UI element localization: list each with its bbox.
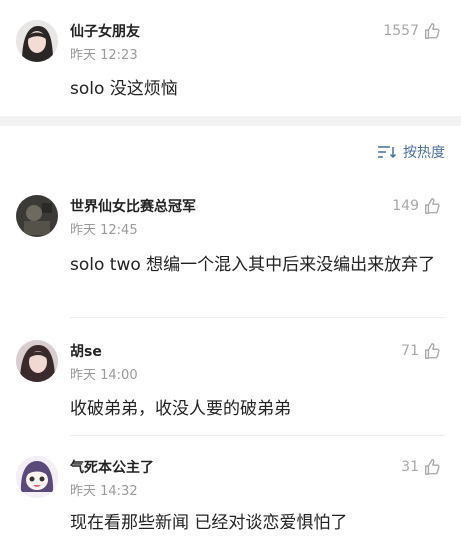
like-count: 149 (392, 198, 419, 214)
like-count: 31 (401, 459, 419, 475)
sort-button[interactable]: 按热度 (377, 142, 445, 162)
timestamp: 昨天 14:32 (70, 484, 138, 499)
like-button[interactable]: 31 (401, 458, 441, 476)
girl-avatar-icon (16, 340, 58, 382)
username[interactable]: 胡se (70, 341, 102, 361)
comment-text: solo two 想编一个混入其中后来没编出来放弃了 (70, 255, 436, 275)
timestamp: 昨天 14:00 (70, 368, 138, 383)
thumbs-up-icon (425, 459, 440, 475)
user-avatar[interactable] (16, 340, 58, 382)
comment-text: 现在看那些新闻 已经对谈恋爱惧怕了 (70, 513, 348, 533)
thumbs-up-icon (425, 343, 440, 359)
user-avatar[interactable] (16, 20, 58, 62)
timestamp: 昨天 12:45 (70, 223, 138, 238)
section-divider (0, 116, 461, 126)
sort-icon (378, 146, 397, 159)
comment-divider (70, 317, 445, 318)
comment-text: 收破弟弟，收没人要的破弟弟 (70, 399, 291, 419)
username[interactable]: 世界仙女比赛总冠军 (70, 196, 196, 216)
username[interactable]: 仙子女朋友 (70, 21, 140, 41)
girl-avatar-icon (16, 20, 58, 62)
like-button[interactable]: 71 (401, 342, 441, 360)
comment-divider (70, 435, 445, 436)
like-button[interactable]: 1557 (383, 22, 441, 40)
user-avatar[interactable] (16, 195, 58, 237)
username[interactable]: 气死本公主了 (70, 457, 154, 477)
like-count: 1557 (383, 23, 419, 39)
dark-photo-avatar-icon (16, 195, 58, 237)
like-button[interactable]: 149 (392, 197, 441, 215)
user-avatar[interactable] (16, 456, 58, 498)
like-count: 71 (401, 343, 419, 359)
timestamp: 昨天 12:23 (70, 48, 138, 63)
thumbs-up-icon (425, 198, 440, 214)
sort-label: 按热度 (403, 145, 445, 161)
anime-girl-avatar-icon (16, 456, 58, 498)
thumbs-up-icon (425, 23, 440, 39)
comment-text: solo 没这烦恼 (70, 79, 178, 99)
